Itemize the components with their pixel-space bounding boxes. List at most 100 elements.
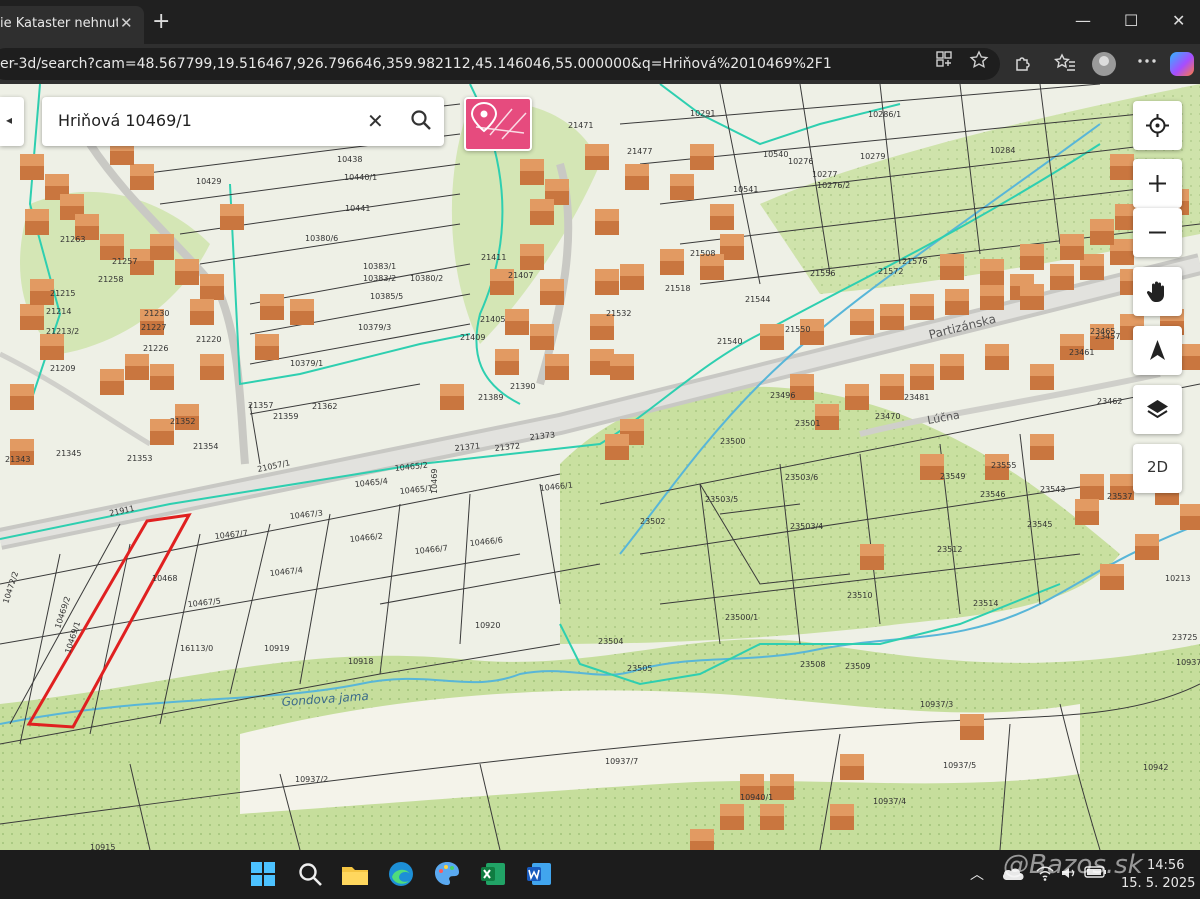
toggle-2d-button[interactable]: 2D (1133, 444, 1182, 493)
parcel-label: 21390 (510, 382, 535, 391)
parcel-label: 23461 (1069, 348, 1094, 357)
pan-mode-button[interactable] (1133, 267, 1182, 316)
parcel-label: 21359 (273, 412, 298, 421)
parcel-label: 21353 (127, 454, 152, 463)
tab-title: ie Kataster nehnuteľnos (0, 16, 118, 31)
parcel-label: 23514 (973, 599, 998, 608)
parcel-label: 10379/3 (358, 323, 391, 332)
building (620, 264, 644, 290)
building (910, 364, 934, 390)
building (840, 754, 864, 780)
tab-close-icon[interactable]: ✕ (120, 14, 133, 32)
building (1075, 499, 1099, 525)
cadastre-3d-map[interactable]: 10469/110469/21046810467/510467/410467/7… (0, 84, 1200, 850)
building (530, 199, 554, 225)
building (530, 324, 554, 350)
profile-avatar[interactable] (1092, 52, 1116, 76)
parcel-label: 23543 (1040, 485, 1065, 494)
parcel-label: 10380/6 (305, 234, 338, 243)
building (130, 164, 154, 190)
copilot-icon[interactable] (1170, 52, 1194, 76)
parcel-label: 23481 (904, 393, 929, 402)
search-icon[interactable] (295, 859, 325, 889)
parcel-label: 10469 (430, 469, 439, 494)
parcel-label: 23725 (1172, 633, 1197, 642)
compass-button[interactable] (1133, 326, 1182, 375)
parcel-label: 23470 (875, 412, 900, 421)
search-button[interactable] (408, 107, 434, 133)
maximize-button[interactable]: ☐ (1124, 11, 1138, 30)
parcel-label: 10213 (1165, 574, 1190, 583)
parcel-label: 21576 (902, 257, 927, 266)
building (605, 434, 629, 460)
parcel-label: 10440/1 (344, 173, 377, 182)
building (100, 369, 124, 395)
building (150, 234, 174, 260)
building (1090, 219, 1114, 245)
address-bar[interactable]: er-3d/search?cam=48.567799,19.516467,926… (0, 48, 1000, 80)
parcel-label: 10937/2 (295, 775, 328, 784)
parcel-label: 23503/5 (705, 495, 738, 504)
parcel-label: 10380/2 (410, 274, 443, 283)
map-viewport[interactable]: 10469/1 10469/2 10468 10467/5 10467/4 10467/7… (0, 84, 1200, 850)
zoom-in-button[interactable] (1133, 159, 1182, 208)
building (690, 144, 714, 170)
parcel-label: 23462 (1097, 397, 1122, 406)
more-options-icon[interactable] (1136, 50, 1158, 77)
edge-browser-icon[interactable] (386, 859, 416, 889)
parcel-label: 21407 (508, 271, 533, 280)
building (20, 304, 44, 330)
parcel-label: 23496 (770, 391, 795, 400)
layers-button[interactable] (1133, 385, 1182, 434)
building (585, 144, 609, 170)
parcel-label: 21518 (665, 284, 690, 293)
excel-icon[interactable] (478, 859, 508, 889)
parcel-label: 21405 (480, 315, 505, 324)
minimize-button[interactable]: — (1075, 11, 1091, 30)
extensions-icon[interactable] (1013, 53, 1033, 78)
parcel-label: 23457 (1095, 332, 1120, 341)
building (985, 344, 1009, 370)
building (40, 334, 64, 360)
parcel-label: 10540 (763, 150, 788, 159)
building (845, 384, 869, 410)
layers-icon (1147, 400, 1168, 419)
collapse-panel-button[interactable]: ◂ (0, 97, 24, 146)
file-explorer-icon[interactable] (340, 859, 370, 889)
clock-time[interactable]: 14:56 (1147, 858, 1184, 873)
close-window-button[interactable]: ✕ (1172, 11, 1185, 30)
browser-tab[interactable]: ie Kataster nehnuteľnos ✕ (0, 6, 144, 44)
parcel-label: 23500/1 (725, 613, 758, 622)
new-tab-button[interactable]: + (152, 9, 170, 34)
parcel-label: 10468 (152, 574, 177, 583)
search-icon (411, 110, 431, 130)
parcel-label: 21227 (141, 323, 166, 332)
parcel-label: 10915 (90, 843, 115, 850)
building (830, 804, 854, 830)
building (440, 384, 464, 410)
building (125, 354, 149, 380)
clear-search-button[interactable]: ✕ (367, 109, 384, 133)
building (770, 774, 794, 800)
parcel-label: 21508 (690, 249, 715, 258)
locate-me-button[interactable] (1133, 101, 1182, 150)
word-icon[interactable] (524, 859, 554, 889)
app-available-icon[interactable] (935, 50, 953, 72)
building (1180, 344, 1200, 370)
parcel-marker-button[interactable] (464, 97, 532, 151)
tray-chevron-up-icon[interactable]: ︿ (970, 864, 984, 884)
building (200, 274, 224, 300)
parcel-label: 21362 (312, 402, 337, 411)
building (1030, 434, 1054, 460)
search-input[interactable]: Hriňová 10469/1 (58, 111, 192, 130)
favorite-star-icon[interactable] (969, 50, 989, 74)
paint-app-icon[interactable] (432, 859, 462, 889)
favorites-icon[interactable] (1053, 53, 1076, 78)
zoom-out-button[interactable] (1133, 208, 1182, 257)
parcel-label: 21544 (745, 295, 770, 304)
building (10, 384, 34, 410)
building (220, 204, 244, 230)
start-windows-icon[interactable] (248, 859, 278, 889)
url-text[interactable]: er-3d/search?cam=48.567799,19.516467,926… (0, 56, 832, 72)
parcel-label: 10277 (812, 170, 837, 179)
